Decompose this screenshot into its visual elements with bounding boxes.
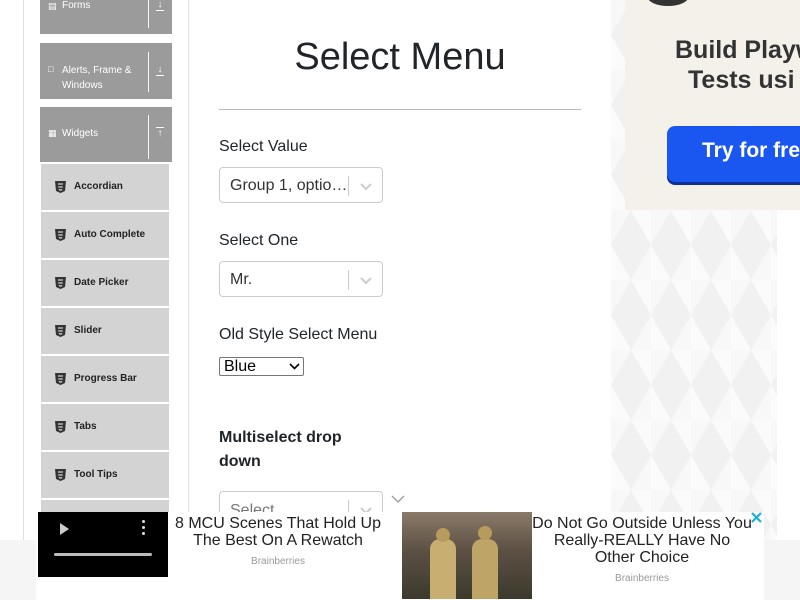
ad-right-title[interactable]: Do Not Go Outside Unless You Really-REAL… (532, 515, 752, 566)
ad-try-button[interactable]: Try for fre (667, 126, 800, 182)
sidebar-item-date-picker[interactable]: Date Picker (41, 260, 169, 306)
sidebar-item-label: Slider (74, 325, 102, 336)
sidebar-group-forms[interactable]: ▤ Forms ↓ (40, 0, 172, 34)
download-icon[interactable]: ↓ (154, 64, 166, 76)
ad-right-image[interactable] (402, 512, 532, 599)
sidebar-item-accordian[interactable]: Accordian (41, 164, 169, 210)
ad-video-player[interactable] (38, 512, 168, 577)
ad-headline-line2: Tests usi (688, 66, 795, 94)
sidebar-group-label: Forms (62, 0, 91, 11)
chevron-down-icon[interactable] (359, 179, 373, 193)
sidebar-group-label: Widgets (62, 128, 99, 139)
sidebar-group-divider (148, 115, 149, 159)
html5-icon (55, 373, 66, 385)
ad-headline-line1: Build Playw (675, 36, 800, 64)
ad-try-button-label: Try for fre (702, 139, 800, 162)
sidebar-item-auto-complete[interactable]: Auto Complete (41, 212, 169, 258)
title-divider (219, 109, 581, 110)
select-value-label: Select Value (219, 138, 308, 155)
chevron-down-icon (289, 363, 300, 370)
sidebar-item-label: Auto Complete (74, 229, 146, 240)
ad-image-figure-head (436, 528, 450, 542)
html5-icon (55, 469, 66, 481)
ad-right-source: Brainberries (615, 573, 669, 584)
sidebar-item-label: Tool Tips (74, 469, 118, 480)
download-icon[interactable]: ↓ (154, 0, 166, 11)
play-icon[interactable] (60, 523, 69, 535)
chevron-down-icon[interactable] (391, 494, 405, 504)
select-value-current: Group 1, option 1 (230, 177, 348, 194)
ad-left-title[interactable]: 8 MCU Scenes That Hold Up The Best On A … (170, 515, 386, 549)
page-title: Select Menu (294, 36, 506, 78)
select-one-label: Select One (219, 232, 299, 249)
sidebar-border (23, 0, 24, 600)
sidebar-item-tool-tips[interactable]: Tool Tips (41, 452, 169, 498)
select-one-dropdown[interactable]: Mr. (219, 261, 383, 297)
upload-icon[interactable]: ↑ (154, 127, 166, 139)
sidebar-item-tabs[interactable]: Tabs (41, 404, 169, 450)
sidebar-item-slider[interactable]: Slider (41, 308, 169, 354)
select-one-current: Mr. (230, 271, 253, 288)
ad-image-figure-head (478, 526, 492, 540)
sidebar-group-divider (148, 52, 149, 92)
sidebar-group-alerts-frame-windows[interactable]: □ Alerts, Frame & Windows ↓ (40, 43, 172, 99)
dropdown-separator (348, 176, 349, 196)
html5-icon (55, 421, 66, 433)
dropdown-separator (348, 270, 349, 290)
old-style-select-value: Blue (224, 358, 257, 375)
sidebar-group-widgets[interactable]: ▦ Widgets ↑ (40, 107, 172, 162)
ad-image-figure (430, 539, 456, 599)
html5-icon (55, 181, 66, 193)
more-options-icon[interactable] (142, 520, 146, 538)
multiselect-label: Multiselect drop down (219, 426, 342, 474)
sidebar-item-progress-bar[interactable]: Progress Bar (41, 356, 169, 402)
widgets-icon: ▦ (48, 128, 57, 138)
sidebar-item-label: Date Picker (74, 277, 129, 288)
html5-icon (55, 277, 66, 289)
sidebar-group-divider (148, 0, 149, 28)
chevron-down-icon[interactable] (359, 273, 373, 287)
right-ad-card[interactable]: Build Playw Tests usi Try for fre (625, 0, 800, 210)
old-style-select-menu[interactable]: Blue (219, 357, 304, 376)
multiselect-label-line2: down (219, 453, 261, 470)
sidebar-group-label: Alerts, Frame & Windows (62, 65, 132, 91)
sidebar-item-label: Tabs (74, 421, 97, 432)
sidebar-item-label: Accordian (74, 181, 123, 192)
multiselect-label-line1: Multiselect drop (219, 429, 342, 446)
ad-logo-fragment (647, 0, 689, 6)
form-icon: ▤ (48, 1, 57, 11)
select-value-dropdown[interactable]: Group 1, option 1 (219, 167, 383, 203)
sidebar-item-label: Progress Bar (74, 373, 137, 384)
close-icon[interactable] (750, 511, 763, 524)
html5-icon (55, 229, 66, 241)
ad-image-figure (472, 539, 498, 599)
old-style-select-label: Old Style Select Menu (219, 326, 378, 343)
content-border (188, 0, 189, 600)
video-progress-bar[interactable] (54, 553, 152, 556)
window-icon: □ (48, 64, 54, 74)
ad-left-source: Brainberries (251, 556, 305, 567)
html5-icon (55, 325, 66, 337)
